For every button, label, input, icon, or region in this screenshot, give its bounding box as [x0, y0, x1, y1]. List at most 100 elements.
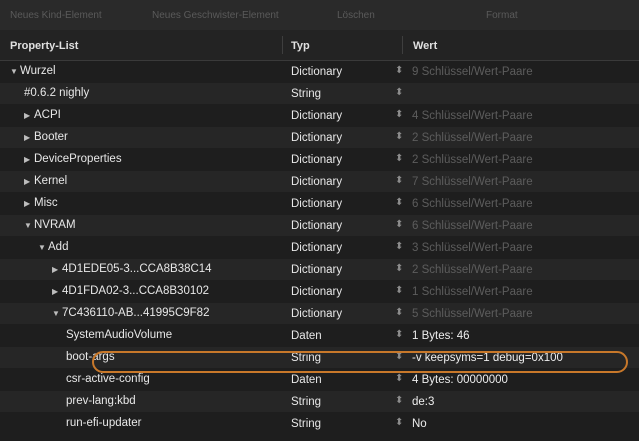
disclosure-open-icon[interactable]: ▼ [24, 221, 34, 230]
column-header-value[interactable]: Wert [413, 40, 437, 52]
type-stepper-icon[interactable]: ⬍ [395, 175, 403, 186]
type-stepper-icon[interactable]: ⬍ [395, 395, 403, 406]
row-type[interactable]: String [291, 396, 321, 408]
row-key[interactable]: prev-lang:kbd [66, 395, 136, 407]
row-type[interactable]: Daten [291, 374, 322, 386]
row-key[interactable]: run-efi-updater [66, 417, 141, 429]
row-key[interactable]: SystemAudioVolume [66, 329, 172, 341]
type-stepper-icon[interactable]: ⬍ [395, 65, 403, 76]
row-value: 7 Schlüssel/Wert-Paare [412, 176, 533, 188]
table-row[interactable]: ▶ 4D1FDA02-3...CCA8B30102 Dictionary ⬍ 1 Sch… [0, 281, 639, 302]
table-row[interactable]: ▶ DeviceProperties Dictionary ⬍ 2 Schlüssel/… [0, 149, 639, 170]
toolbar: Neues Kind-Element Neues Geschwister-Ele… [0, 0, 639, 31]
table-row[interactable]: run-efi-updater String ⬍ No [0, 413, 639, 434]
row-key[interactable]: ▼ 7C436110-AB...41995C9F82 [52, 307, 209, 319]
row-type[interactable]: Dictionary [291, 66, 342, 78]
row-type[interactable]: Dictionary [291, 132, 342, 144]
table-row[interactable]: ▶ ACPI Dictionary ⬍ 4 Schlüssel/Wert-Paare [0, 105, 639, 126]
row-value[interactable]: No [412, 418, 427, 430]
new-sibling-button[interactable]: Neues Geschwister-Element [152, 10, 279, 21]
row-value: 1 Schlüssel/Wert-Paare [412, 286, 533, 298]
row-type[interactable]: Dictionary [291, 242, 342, 254]
disclosure-closed-icon[interactable]: ▶ [24, 177, 34, 186]
disclosure-closed-icon[interactable]: ▶ [52, 287, 62, 296]
disclosure-closed-icon[interactable]: ▶ [24, 111, 34, 120]
row-type[interactable]: Dictionary [291, 154, 342, 166]
row-type[interactable]: Dictionary [291, 286, 342, 298]
disclosure-open-icon[interactable]: ▼ [10, 67, 20, 76]
type-stepper-icon[interactable]: ⬍ [395, 87, 403, 98]
disclosure-closed-icon[interactable]: ▶ [52, 265, 62, 274]
table-row[interactable]: ▶ Booter Dictionary ⬍ 2 Schlüssel/Wert-Paare [0, 127, 639, 148]
type-stepper-icon[interactable]: ⬍ [395, 263, 403, 274]
row-key[interactable]: ▶ Booter [24, 131, 68, 143]
table-row[interactable]: SystemAudioVolume Daten ⬍ 1 Bytes: 46 [0, 325, 639, 346]
row-type[interactable]: Dictionary [291, 176, 342, 188]
table-row[interactable]: ▶ Misc Dictionary ⬍ 6 Schlüssel/Wert-Paare [0, 193, 639, 214]
format-menu[interactable]: Format [486, 10, 518, 21]
table-row[interactable]: ▶ 4D1EDE05-3...CCA8B38C14 Dictionary ⬍ 2 Sch… [0, 259, 639, 280]
type-stepper-icon[interactable]: ⬍ [395, 373, 403, 384]
row-key[interactable]: ▼ NVRAM [24, 219, 76, 231]
row-value[interactable]: 4 Bytes: 00000000 [412, 374, 508, 386]
row-key[interactable]: ▶ Kernel [24, 175, 67, 187]
type-stepper-icon[interactable]: ⬍ [395, 285, 403, 296]
row-key[interactable]: csr-active-config [66, 373, 150, 385]
type-stepper-icon[interactable]: ⬍ [395, 417, 403, 428]
highlight-ring [92, 351, 628, 373]
row-key[interactable]: ▶ ACPI [24, 109, 61, 121]
type-stepper-icon[interactable]: ⬍ [395, 241, 403, 252]
table-row[interactable]: #0.6.2 nighly String ⬍ [0, 83, 639, 104]
row-key-label: prev-lang:kbd [66, 395, 136, 407]
row-key[interactable]: ▶ DeviceProperties [24, 153, 122, 165]
row-key[interactable]: ▶ Misc [24, 197, 58, 209]
disclosure-closed-icon[interactable]: ▶ [24, 155, 34, 164]
column-header-key[interactable]: Property-List [10, 40, 78, 52]
row-key[interactable]: ▼ Add [38, 241, 68, 253]
type-stepper-icon[interactable]: ⬍ [395, 307, 403, 318]
table-row[interactable]: ▼ NVRAM Dictionary ⬍ 6 Schlüssel/Wert-Paare [0, 215, 639, 236]
row-value[interactable]: 1 Bytes: 46 [412, 330, 470, 342]
column-divider[interactable] [282, 36, 283, 54]
column-divider[interactable] [402, 36, 403, 54]
type-stepper-icon[interactable]: ⬍ [395, 131, 403, 142]
row-key[interactable]: ▶ 4D1FDA02-3...CCA8B30102 [52, 285, 209, 297]
row-key-label: 7C436110-AB...41995C9F82 [62, 307, 210, 319]
row-key[interactable]: ▶ 4D1EDE05-3...CCA8B38C14 [52, 263, 212, 275]
table-row[interactable]: ▼ Add Dictionary ⬍ 3 Schlüssel/Wert-Paare [0, 237, 639, 258]
row-type[interactable]: Daten [291, 330, 322, 342]
table-row[interactable]: ▶ Kernel Dictionary ⬍ 7 Schlüssel/Wert-Paare [0, 171, 639, 192]
type-stepper-icon[interactable]: ⬍ [395, 109, 403, 120]
row-value: 2 Schlüssel/Wert-Paare [412, 154, 533, 166]
row-value: 5 Schlüssel/Wert-Paare [412, 308, 533, 320]
row-type[interactable]: Dictionary [291, 264, 342, 276]
table-row[interactable]: ▼ Wurzel Dictionary ⬍ 9 Schlüssel/Wert-Paare [0, 61, 639, 82]
row-type[interactable]: Dictionary [291, 220, 342, 232]
row-key-label: 4D1EDE05-3...CCA8B38C14 [62, 263, 212, 275]
row-key[interactable]: #0.6.2 nighly [24, 87, 89, 99]
column-header: Property-List Typ Wert [0, 30, 639, 61]
disclosure-open-icon[interactable]: ▼ [38, 243, 48, 252]
type-stepper-icon[interactable]: ⬍ [395, 329, 403, 340]
row-key-label: NVRAM [34, 219, 76, 231]
row-type[interactable]: String [291, 88, 321, 100]
row-value[interactable]: de:3 [412, 396, 434, 408]
disclosure-open-icon[interactable]: ▼ [52, 309, 62, 318]
disclosure-closed-icon[interactable]: ▶ [24, 133, 34, 142]
row-key-label: SystemAudioVolume [66, 329, 173, 341]
disclosure-closed-icon[interactable]: ▶ [24, 199, 34, 208]
row-type[interactable]: Dictionary [291, 198, 342, 210]
row-key[interactable]: ▼ Wurzel [10, 65, 56, 77]
row-type[interactable]: Dictionary [291, 110, 342, 122]
row-key-label: 4D1FDA02-3...CCA8B30102 [62, 285, 210, 297]
type-stepper-icon[interactable]: ⬍ [395, 197, 403, 208]
type-stepper-icon[interactable]: ⬍ [395, 153, 403, 164]
table-row[interactable]: prev-lang:kbd String ⬍ de:3 [0, 391, 639, 412]
row-type[interactable]: String [291, 418, 321, 430]
type-stepper-icon[interactable]: ⬍ [395, 219, 403, 230]
new-child-button[interactable]: Neues Kind-Element [10, 10, 102, 21]
delete-button[interactable]: Löschen [337, 10, 375, 21]
column-header-type[interactable]: Typ [291, 40, 310, 52]
row-type[interactable]: Dictionary [291, 308, 342, 320]
table-row[interactable]: ▼ 7C436110-AB...41995C9F82 Dictionary ⬍ 5 Sc… [0, 303, 639, 324]
